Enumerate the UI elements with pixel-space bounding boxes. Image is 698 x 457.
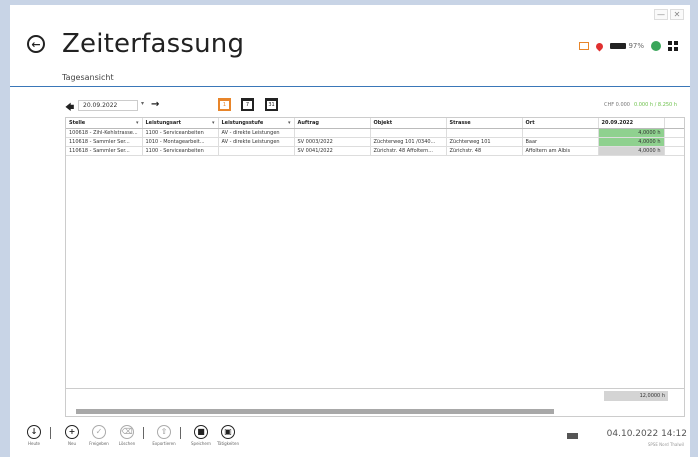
cell-leistungsart[interactable]: 1100 - Serviceanbeiten: [142, 128, 219, 138]
check-icon: ✓: [92, 425, 106, 439]
cell-objekt[interactable]: [370, 128, 447, 138]
next-day-icon[interactable]: →: [151, 99, 159, 110]
separator: [143, 427, 144, 439]
cell-auftrag[interactable]: SV 0041/2022: [294, 146, 371, 156]
month-view-calendar-icon[interactable]: 31: [265, 98, 278, 111]
separator: [180, 427, 181, 439]
header-divider: [10, 86, 690, 87]
column-header[interactable]: Stelle ▾: [66, 118, 143, 129]
week-view-calendar-icon[interactable]: 7: [241, 98, 254, 111]
date-toolbar: 🡄 20.09.2022 ▾ → 1 7 31 CHF 0.000 0.000 h…: [65, 98, 685, 114]
column-header[interactable]: Leistungsart ▾: [142, 118, 219, 129]
column-header[interactable]: Strasse: [446, 118, 523, 129]
status-icons: 97%: [579, 41, 678, 51]
summary-amount: CHF 0.000: [603, 102, 630, 108]
previous-day-icon[interactable]: 🡄: [65, 100, 74, 116]
separator: [50, 427, 51, 439]
window-controls: — ✕: [654, 9, 684, 20]
cell-ort[interactable]: Baar: [522, 137, 599, 147]
location-pin-icon[interactable]: [594, 41, 605, 51]
cell-auftrag[interactable]: SV 0003/2022: [294, 137, 371, 147]
cell-stelle[interactable]: 110618 - Sammler Ser...: [66, 146, 143, 156]
export-icon: ⇧: [157, 425, 171, 439]
cell-leistungsstufe[interactable]: AV - direkte Leistungen: [218, 137, 295, 147]
activities-icon: ▣: [221, 425, 235, 439]
globe-icon[interactable]: [651, 41, 661, 51]
column-header[interactable]: Leistungsstufe ▾: [218, 118, 295, 129]
time-entries-grid: Stelle ▾ Leistungsart ▾ Leistungsstufe ▾ Au…: [65, 117, 685, 417]
save-icon: ■: [194, 425, 208, 439]
total-hours: 12,0000 h: [604, 391, 668, 401]
back-arrow-icon[interactable]: ←: [27, 35, 45, 53]
table-row[interactable]: 110618 - Sammler Ser... 1100 - Servicean…: [66, 146, 684, 156]
apps-grid-icon[interactable]: [668, 41, 678, 51]
table-row[interactable]: 110618 - Sammler Ser... 1010 - Montagear…: [66, 137, 684, 147]
summary-hours: 0.000 h / 8.250 h: [633, 102, 677, 108]
cell-objekt[interactable]: Zürichstr. 48 Affoltern...: [370, 146, 447, 156]
cell-extra: [664, 146, 684, 156]
trash-icon: ⌫: [120, 425, 134, 439]
activities-button[interactable]: ▣ Tätigkeiten: [216, 425, 240, 446]
cell-stelle[interactable]: 110618 - Sammler Ser...: [66, 137, 143, 147]
export-button[interactable]: ⇧ Exportieren: [152, 425, 176, 446]
page-title: Zeiterfassung: [62, 29, 245, 59]
bottom-action-bar: ↓ Heute + Neu ✓ Freigeben ⌫ Löschen ⇧ Ex…: [10, 425, 690, 457]
cell-stelle[interactable]: 100618 - Zihl-Kehlstrasse...: [66, 128, 143, 138]
cell-strasse[interactable]: [446, 128, 523, 138]
column-header-date[interactable]: 20.09.2022: [598, 118, 665, 129]
new-button[interactable]: + Neu: [60, 425, 84, 446]
today-button[interactable]: ↓ Heute: [22, 425, 46, 446]
table-header-row: Stelle ▾ Leistungsart ▾ Leistungsstufe ▾ Au…: [66, 118, 684, 129]
plus-icon: +: [65, 425, 79, 439]
cell-leistungsart[interactable]: 1010 - Montagearbeit...: [142, 137, 219, 147]
cell-strasse[interactable]: Zürichstr. 48: [446, 146, 523, 156]
keyboard-icon[interactable]: [567, 433, 578, 439]
cell-objekt[interactable]: Züchterweg 101 /0340...: [370, 137, 447, 147]
cell-ort[interactable]: Affoltern am Albis: [522, 146, 599, 156]
column-header[interactable]: Objekt: [370, 118, 447, 129]
save-button[interactable]: ■ Speichern: [189, 425, 213, 446]
cell-hours[interactable]: 4,0000 h: [598, 128, 665, 138]
delete-button[interactable]: ⌫ Löschen: [115, 425, 139, 446]
cell-extra: [664, 128, 684, 138]
time-entries-table: Stelle ▾ Leistungsart ▾ Leistungsstufe ▾ Au…: [66, 118, 684, 156]
datetime-display: 04.10.2022 14:12: [606, 429, 687, 439]
day-view-calendar-icon[interactable]: 1: [218, 98, 231, 111]
app-window: — ✕ ← Zeiterfassung Tagesansicht 97% 🡄 2…: [10, 5, 690, 457]
close-button[interactable]: ✕: [670, 9, 684, 20]
cell-leistungsart[interactable]: 1100 - Serviceanbeiten: [142, 146, 219, 156]
cell-leistungsstufe[interactable]: AV - direkte Leistungen: [218, 128, 295, 138]
message-icon[interactable]: [579, 42, 590, 50]
cell-auftrag[interactable]: [294, 128, 371, 138]
battery-percent: 97%: [628, 42, 644, 50]
cell-hours[interactable]: 4,0000 h: [598, 137, 665, 147]
date-dropdown-icon[interactable]: ▾: [141, 100, 144, 107]
hours-summary: CHF 0.000 0.000 h / 8.250 h: [604, 102, 677, 108]
cell-ort[interactable]: [522, 128, 599, 138]
view-subtitle: Tagesansicht: [62, 73, 114, 82]
approve-button[interactable]: ✓ Freigeben: [87, 425, 111, 446]
cell-extra: [664, 137, 684, 147]
battery-status: 97%: [610, 42, 644, 50]
cell-hours[interactable]: 4,0000 h: [598, 146, 665, 156]
minimize-button[interactable]: —: [654, 9, 668, 20]
column-header-extra: [664, 118, 684, 129]
date-field[interactable]: 20.09.2022: [78, 100, 138, 111]
horizontal-scrollbar[interactable]: [76, 409, 554, 414]
download-icon: ↓: [27, 425, 41, 439]
totals-row: 12,0000 h: [66, 388, 684, 402]
user-display: SPSE Nord Thalwil: [647, 442, 684, 447]
table-row[interactable]: 100618 - Zihl-Kehlstrasse... 1100 - Serv…: [66, 128, 684, 138]
cell-strasse[interactable]: Züchterweg 101: [446, 137, 523, 147]
cell-leistungsstufe[interactable]: [218, 146, 295, 156]
battery-icon: [610, 43, 627, 49]
column-header[interactable]: Ort: [522, 118, 599, 129]
column-header[interactable]: Auftrag: [294, 118, 371, 129]
